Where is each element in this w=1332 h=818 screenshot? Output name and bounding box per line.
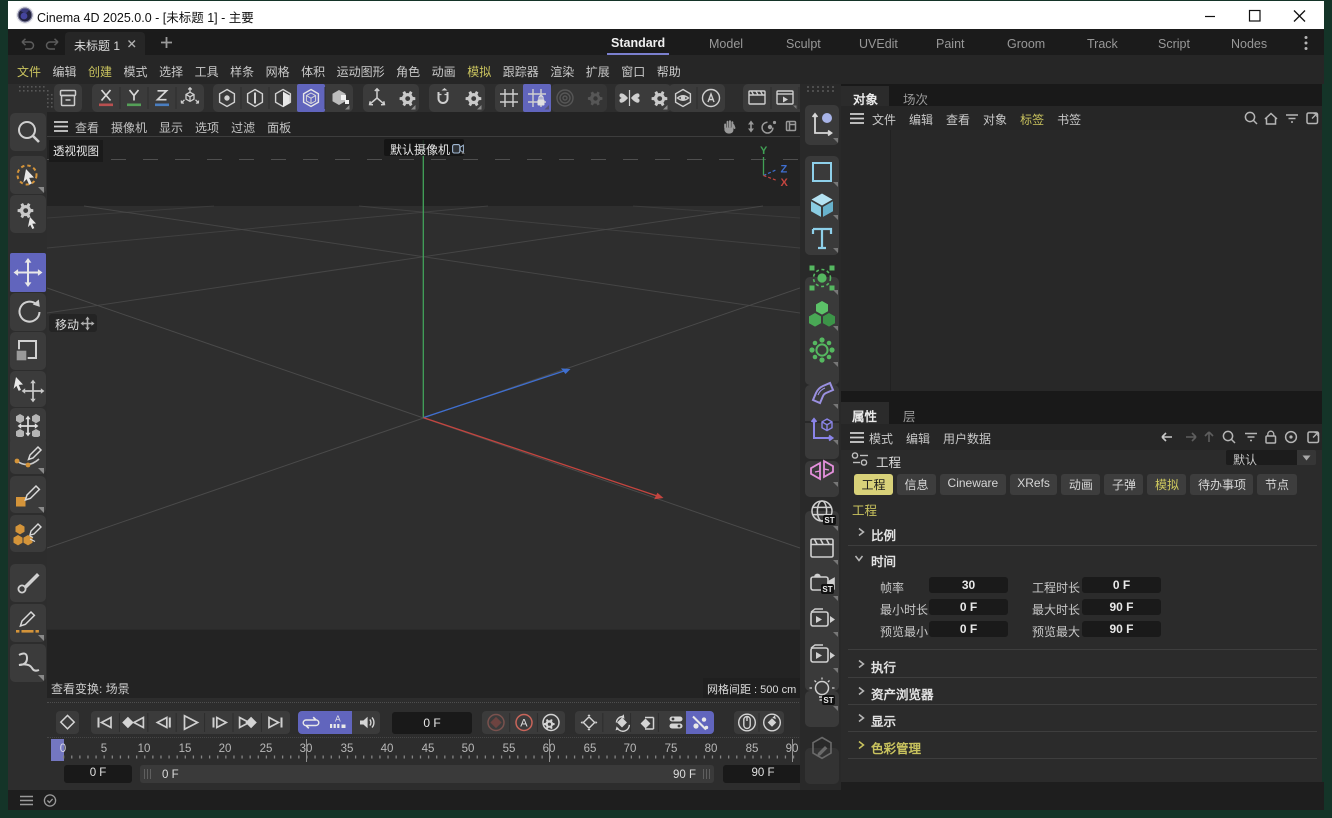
svg-text:20: 20 [219, 743, 232, 755]
svg-text:50: 50 [462, 743, 475, 755]
svg-text:15: 15 [179, 743, 192, 755]
svg-text:Z: Z [781, 164, 788, 176]
svg-text:90 F: 90 F [673, 769, 696, 781]
svg-text:Y: Y [760, 145, 768, 157]
svg-text:70: 70 [624, 743, 637, 755]
svg-text:45: 45 [422, 743, 435, 755]
svg-text:ST: ST [823, 696, 833, 705]
svg-text:40: 40 [381, 743, 394, 755]
svg-text:35: 35 [341, 743, 354, 755]
svg-text:0: 0 [60, 743, 66, 755]
svg-text:10: 10 [138, 743, 151, 755]
svg-text:75: 75 [665, 743, 678, 755]
svg-text:85: 85 [746, 743, 759, 755]
svg-text:65: 65 [584, 743, 597, 755]
svg-text:ST: ST [822, 585, 832, 594]
svg-text:0 F: 0 F [162, 769, 179, 781]
svg-text:55: 55 [503, 743, 516, 755]
svg-text:ST: ST [824, 516, 834, 525]
svg-text:25: 25 [260, 743, 273, 755]
svg-text:X: X [781, 177, 789, 189]
svg-text:A: A [520, 718, 528, 730]
svg-text:5: 5 [101, 743, 107, 755]
svg-text:A: A [335, 714, 341, 724]
svg-text:80: 80 [705, 743, 718, 755]
